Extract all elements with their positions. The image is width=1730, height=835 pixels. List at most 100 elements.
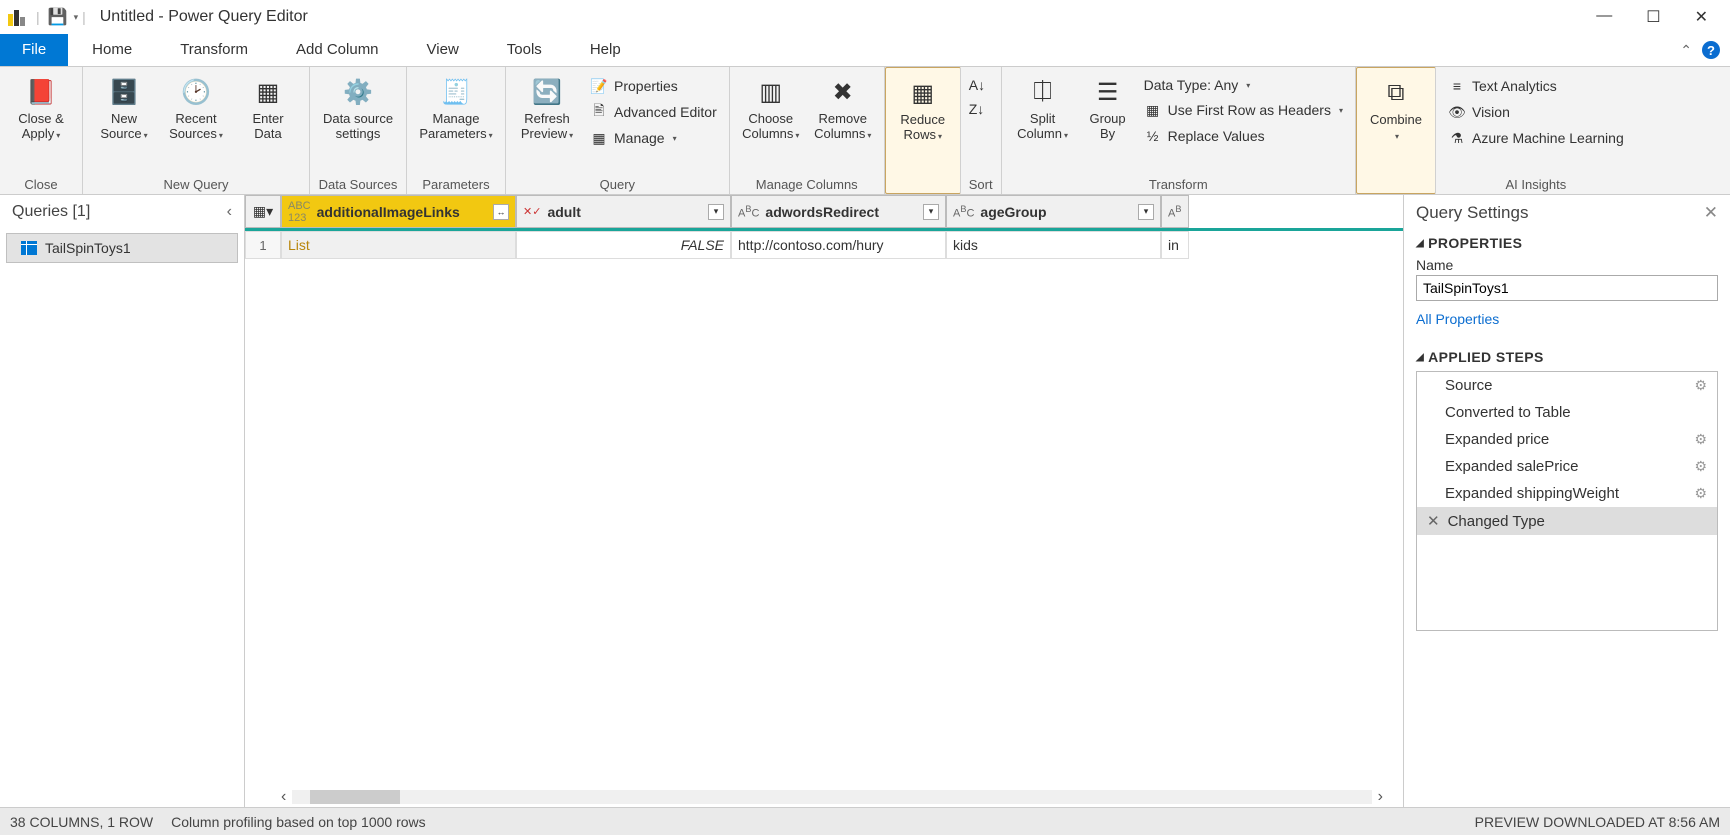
combine-icon: ⧉: [1379, 76, 1413, 110]
maximize-button[interactable]: ☐: [1646, 7, 1660, 27]
main-area: Queries [1] ‹ TailSpinToys1 ▦▾ ABC123 ad…: [0, 195, 1730, 807]
manage-icon: ▦: [590, 129, 608, 147]
manage-parameters-button[interactable]: 🧾Manage Parameters▾: [415, 71, 497, 147]
name-label: Name: [1416, 257, 1718, 273]
text-analytics-icon: ≡: [1448, 77, 1466, 95]
new-source-button[interactable]: 🗄️New Source▾: [91, 71, 157, 147]
replace-values-button[interactable]: ½Replace Values: [1140, 125, 1347, 147]
gear-icon: ⚙️: [341, 75, 375, 109]
tab-help[interactable]: Help: [566, 34, 645, 66]
tab-add-column[interactable]: Add Column: [272, 34, 403, 66]
data-source-settings-button[interactable]: ⚙️Data source settings: [318, 71, 398, 145]
properties-button[interactable]: 📝Properties: [586, 75, 721, 97]
properties-icon: 📝: [590, 77, 608, 95]
filter-dropdown-icon[interactable]: ▾: [923, 204, 939, 220]
status-preview-time: PREVIEW DOWNLOADED AT 8:56 AM: [1475, 814, 1720, 830]
cell[interactable]: in: [1161, 231, 1189, 259]
applied-step[interactable]: Expanded salePrice⚙: [1417, 453, 1717, 480]
cell[interactable]: kids: [946, 231, 1161, 259]
gear-icon[interactable]: ⚙: [1694, 377, 1707, 394]
tab-file[interactable]: File: [0, 34, 68, 66]
applied-step[interactable]: Expanded shippingWeight⚙: [1417, 480, 1717, 507]
enter-data-button[interactable]: ▦Enter Data: [235, 71, 301, 145]
column-header[interactable]: ✕✓ adult ▾: [516, 195, 731, 228]
help-icon[interactable]: ?: [1702, 41, 1720, 59]
save-icon[interactable]: 💾: [48, 7, 68, 27]
applied-step[interactable]: Expanded price⚙: [1417, 426, 1717, 453]
delete-step-icon[interactable]: ✕: [1427, 513, 1440, 530]
close-apply-button[interactable]: 📕 Close & Apply▾: [8, 71, 74, 147]
combine-button[interactable]: ⧉Combine▾: [1365, 72, 1427, 148]
filter-dropdown-icon[interactable]: ▾: [1138, 204, 1154, 220]
vision-button[interactable]: 👁Vision: [1444, 101, 1628, 123]
close-settings-icon[interactable]: ✕: [1704, 203, 1718, 223]
scroll-track[interactable]: [292, 790, 1371, 804]
gear-icon[interactable]: ⚙: [1694, 458, 1707, 475]
group-label-manage-columns: Manage Columns: [738, 175, 876, 192]
scroll-thumb[interactable]: [310, 790, 400, 804]
group-label-transform: Transform: [1010, 175, 1347, 192]
tab-transform[interactable]: Transform: [156, 34, 272, 66]
tab-view[interactable]: View: [403, 34, 483, 66]
split-column-button[interactable]: ⎅Split Column▾: [1010, 71, 1076, 147]
text-analytics-button[interactable]: ≡Text Analytics: [1444, 75, 1628, 97]
minimize-button[interactable]: —: [1596, 7, 1612, 27]
table-row[interactable]: 1 List FALSE http://contoso.com/hury kid…: [245, 231, 1403, 259]
filter-dropdown-icon[interactable]: ▾: [708, 204, 724, 220]
close-button[interactable]: ✕: [1695, 7, 1708, 27]
editor-icon: 🖹: [590, 103, 608, 121]
reduce-rows-button[interactable]: ▦Reduce Rows▾: [894, 72, 952, 148]
tab-tools[interactable]: Tools: [483, 34, 566, 66]
properties-section[interactable]: ◢PROPERTIES: [1416, 235, 1718, 251]
choose-columns-button[interactable]: ▥Choose Columns▾: [738, 71, 804, 147]
refresh-preview-button[interactable]: 🔄Refresh Preview▾: [514, 71, 580, 147]
first-row-headers-button[interactable]: ▦Use First Row as Headers▾: [1140, 99, 1347, 121]
column-header[interactable]: ABC123 additionalImageLinks ↔: [281, 195, 516, 228]
remove-columns-button[interactable]: ✖Remove Columns▾: [810, 71, 876, 147]
cell[interactable]: http://contoso.com/hury: [731, 231, 946, 259]
sort-asc-icon[interactable]: A↓: [969, 77, 985, 93]
scroll-left-icon[interactable]: ‹: [281, 788, 286, 806]
collapse-queries-icon[interactable]: ‹: [227, 203, 232, 221]
refresh-icon: 🔄: [530, 75, 564, 109]
cell[interactable]: FALSE: [516, 231, 731, 259]
window-title: Untitled - Power Query Editor: [100, 8, 308, 26]
title-bar: | 💾 ▾ | Untitled - Power Query Editor — …: [0, 0, 1730, 34]
collapse-ribbon-icon[interactable]: ⌃: [1680, 42, 1692, 59]
group-by-button[interactable]: ☰Group By: [1082, 71, 1134, 145]
applied-steps-section[interactable]: ◢APPLIED STEPS: [1416, 349, 1718, 365]
group-label-combine: [1365, 189, 1427, 191]
expand-icon[interactable]: ↔: [493, 204, 509, 220]
replace-icon: ½: [1144, 127, 1162, 145]
manage-button[interactable]: ▦Manage▾: [586, 127, 721, 149]
query-item[interactable]: TailSpinToys1: [6, 233, 238, 263]
horizontal-scrollbar[interactable]: ‹ ›: [281, 787, 1383, 807]
applied-step-selected[interactable]: ✕Changed Type: [1417, 507, 1717, 535]
qat-dropdown-icon[interactable]: ▾: [74, 12, 79, 23]
reduce-rows-icon: ▦: [906, 76, 940, 110]
applied-step[interactable]: Converted to Table: [1417, 399, 1717, 426]
group-label-new-query: New Query: [91, 175, 301, 192]
column-header[interactable]: ABC ageGroup ▾: [946, 195, 1161, 228]
choose-columns-icon: ▥: [754, 75, 788, 109]
query-name-input[interactable]: [1416, 275, 1718, 301]
table-options-button[interactable]: ▦▾: [245, 195, 281, 228]
groupby-icon: ☰: [1091, 75, 1125, 109]
scroll-right-icon[interactable]: ›: [1378, 788, 1383, 806]
column-header[interactable]: ABC adwordsRedirect ▾: [731, 195, 946, 228]
app-icon: [8, 8, 26, 26]
gear-icon[interactable]: ⚙: [1694, 485, 1707, 502]
tab-home[interactable]: Home: [68, 34, 156, 66]
row-number: 1: [245, 231, 281, 259]
sort-desc-icon[interactable]: Z↓: [969, 101, 985, 117]
recent-sources-button[interactable]: 🕑Recent Sources▾: [163, 71, 229, 147]
all-properties-link[interactable]: All Properties: [1416, 311, 1718, 327]
advanced-editor-button[interactable]: 🖹Advanced Editor: [586, 101, 721, 123]
column-header-partial[interactable]: AB: [1161, 195, 1189, 228]
data-type-button[interactable]: Data Type: Any▾: [1140, 75, 1347, 95]
applied-step[interactable]: Source⚙: [1417, 372, 1717, 399]
type-text-icon: AB: [1168, 204, 1181, 220]
azure-ml-button[interactable]: ⚗Azure Machine Learning: [1444, 127, 1628, 149]
cell[interactable]: List: [281, 231, 516, 259]
gear-icon[interactable]: ⚙: [1694, 431, 1707, 448]
